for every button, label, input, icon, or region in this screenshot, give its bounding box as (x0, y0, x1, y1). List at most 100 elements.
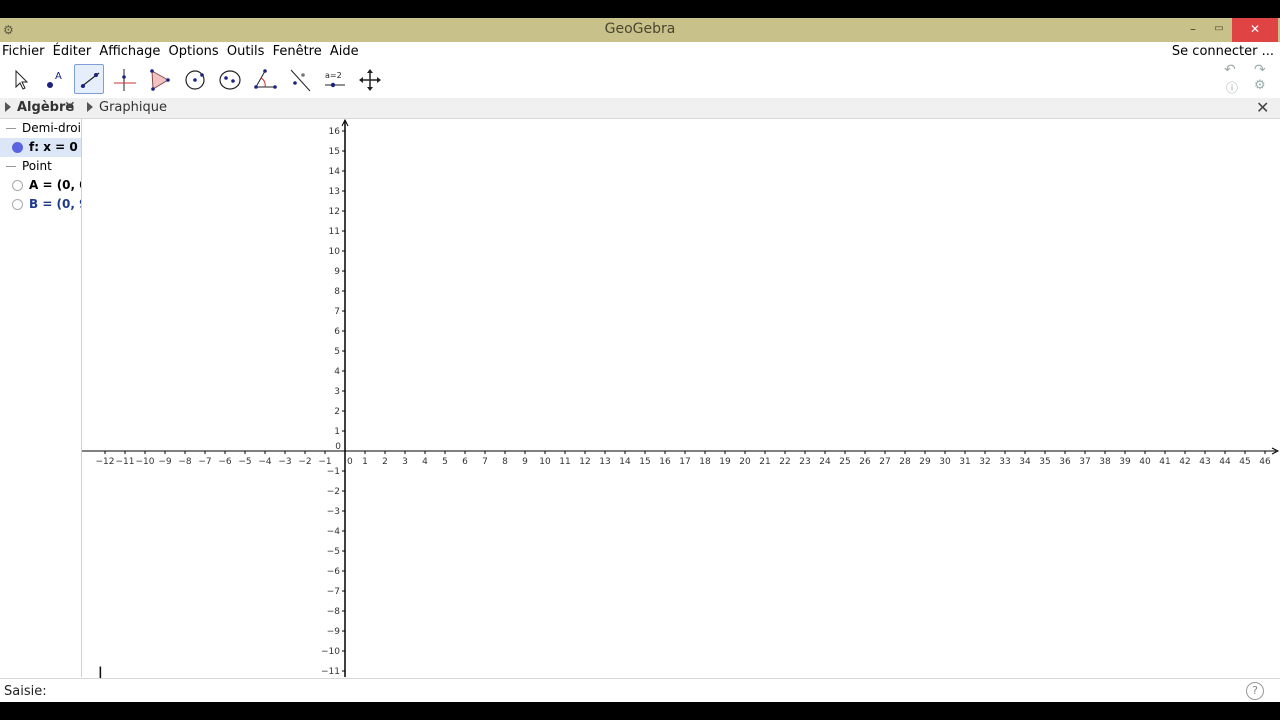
x-tick-label: 3 (402, 457, 408, 467)
y-tick-label: 1 (334, 427, 340, 437)
x-tick-label: −1 (318, 457, 331, 467)
collapse-icon[interactable] (6, 128, 16, 129)
settings-gear-icon[interactable]: ⚙ (1254, 78, 1266, 93)
menu-editer[interactable]: Éditer (53, 44, 92, 59)
algebra-close-icon[interactable]: ✕ (64, 99, 76, 115)
y-tick-label: −9 (327, 627, 341, 637)
algebra-object-f[interactable]: f: x = 0 (0, 138, 81, 157)
x-tick-label: 14 (619, 457, 631, 467)
x-tick-label: 28 (899, 457, 911, 467)
x-tick-label: 1 (362, 457, 368, 467)
menu-aide[interactable]: Aide (330, 44, 359, 59)
top-letterbox (0, 0, 1280, 18)
graphics-close-icon[interactable]: ✕ (1256, 98, 1269, 117)
line-tool[interactable] (74, 64, 104, 94)
x-tick-label: 22 (779, 457, 790, 467)
circle-tool[interactable] (179, 64, 209, 94)
x-tick-label: 17 (679, 457, 690, 467)
visibility-toggle-icon[interactable] (12, 180, 23, 191)
y-tick-label: 4 (334, 367, 340, 377)
x-tick-label: 39 (1119, 457, 1131, 467)
algebra-object-b[interactable]: B = (0, 9 (0, 195, 81, 214)
y-tick-label: −11 (321, 667, 340, 677)
slider-tool-icon: a=2 (325, 71, 345, 88)
ellipse-tool[interactable] (214, 64, 244, 94)
menu-affichage[interactable]: Affichage (99, 44, 160, 59)
graphics-panel-header[interactable]: Graphique (87, 100, 167, 115)
y-tick-label: −1 (327, 467, 340, 477)
x-tick-label: −12 (96, 457, 115, 467)
menu-fichier[interactable]: Fichier (2, 44, 45, 59)
x-tick-label: 20 (739, 457, 751, 467)
x-tick-label: −5 (238, 457, 251, 467)
undo-icon[interactable]: ↶ (1224, 62, 1236, 78)
x-tick-label: 29 (919, 457, 931, 467)
x-tick-label: 5 (442, 457, 448, 467)
point-tool[interactable]: A (39, 64, 69, 94)
graphics-title: Graphique (99, 100, 167, 115)
window-title: GeoGebra (604, 21, 676, 37)
x-tick-label: 6 (462, 457, 468, 467)
polygon-tool[interactable] (144, 64, 174, 94)
ellipse-tool-icon (219, 70, 241, 90)
algebra-category-demi-droite[interactable]: Demi-droit (0, 119, 81, 138)
menu-fenetre[interactable]: Fenêtre (273, 44, 322, 59)
x-tick-label: 8 (502, 457, 508, 467)
algebra-object-a[interactable]: A = (0, 0 (0, 176, 81, 195)
graphics-canvas[interactable]: −12 −11 −10 −9 −8 −7 −6 −5 −4 −3 −2 −1 0 1 2 3 4 5 6 7 8 9 10 1… (82, 119, 1280, 677)
help-icon[interactable]: ⓘ (1226, 79, 1238, 96)
x-tick-label: 45 (1239, 457, 1250, 467)
angle-tool[interactable] (249, 64, 279, 94)
visibility-toggle-icon[interactable] (12, 142, 23, 153)
title-bar: ⚙ GeoGebra – ▭ ✕ (0, 18, 1280, 42)
x-tick-label: 38 (1099, 457, 1111, 467)
perpendicular-tool-icon (114, 69, 136, 91)
move-graphics-tool[interactable] (354, 64, 384, 94)
x-tick-label: −7 (198, 457, 211, 467)
x-tick-label: 25 (839, 457, 850, 467)
move-tool[interactable] (4, 64, 34, 94)
perpendicular-tool[interactable] (109, 64, 139, 94)
x-tick-label: 35 (1039, 457, 1050, 467)
x-tick-label: −8 (178, 457, 192, 467)
login-link[interactable]: Se connecter ... (1172, 44, 1274, 59)
input-field[interactable] (44, 680, 1244, 702)
algebra-view: Demi-droit f: x = 0 Point A = (0, 0 B = … (0, 119, 82, 677)
y-tick-label: 11 (329, 227, 340, 237)
slider-tool[interactable]: a=2 (319, 64, 349, 94)
x-tick-label: 27 (879, 457, 890, 467)
geogebra-window: ⚙ GeoGebra – ▭ ✕ Fichier Éditer Affichag… (0, 18, 1280, 703)
redo-icon[interactable]: ↷ (1254, 62, 1266, 78)
collapse-icon[interactable] (6, 166, 16, 167)
x-tick-label: −2 (298, 457, 311, 467)
menu-outils[interactable]: Outils (227, 44, 265, 59)
x-tick-label: 19 (719, 457, 731, 467)
close-button[interactable]: ✕ (1232, 18, 1278, 42)
x-tick-label: 33 (999, 457, 1010, 467)
y-tick-label: 8 (334, 287, 340, 297)
point-tool-icon: A (47, 71, 62, 88)
visibility-toggle-icon[interactable] (12, 199, 23, 210)
x-tick-label: 9 (522, 457, 528, 467)
x-tick-label: 30 (939, 457, 951, 467)
y-tick-label: −6 (327, 567, 341, 577)
x-tick-label: −3 (278, 457, 291, 467)
y-tick-label: −2 (327, 487, 340, 497)
maximize-button[interactable]: ▭ (1204, 18, 1234, 42)
input-label: Saisie: (4, 684, 47, 699)
y-tick-label: 2 (334, 407, 340, 417)
x-tick-label: 16 (659, 457, 671, 467)
move-tool-icon (15, 69, 29, 90)
expand-triangle-icon (87, 102, 93, 112)
reflect-tool[interactable] (284, 64, 314, 94)
graphics-view[interactable]: −12 −11 −10 −9 −8 −7 −6 −5 −4 −3 −2 −1 0 1 2 3 4 5 6 7 8 9 10 1… (82, 119, 1280, 677)
expand-triangle-icon (5, 102, 11, 112)
y-tick-label: 6 (334, 327, 340, 337)
x-tick-label: 21 (759, 457, 770, 467)
menu-options[interactable]: Options (169, 44, 219, 59)
y-tick-label: 15 (329, 147, 340, 157)
y-tick-label: −10 (321, 647, 340, 657)
x-tick-label: 34 (1019, 457, 1031, 467)
algebra-category-point[interactable]: Point (0, 157, 81, 176)
input-help-icon[interactable]: ? (1246, 682, 1264, 700)
